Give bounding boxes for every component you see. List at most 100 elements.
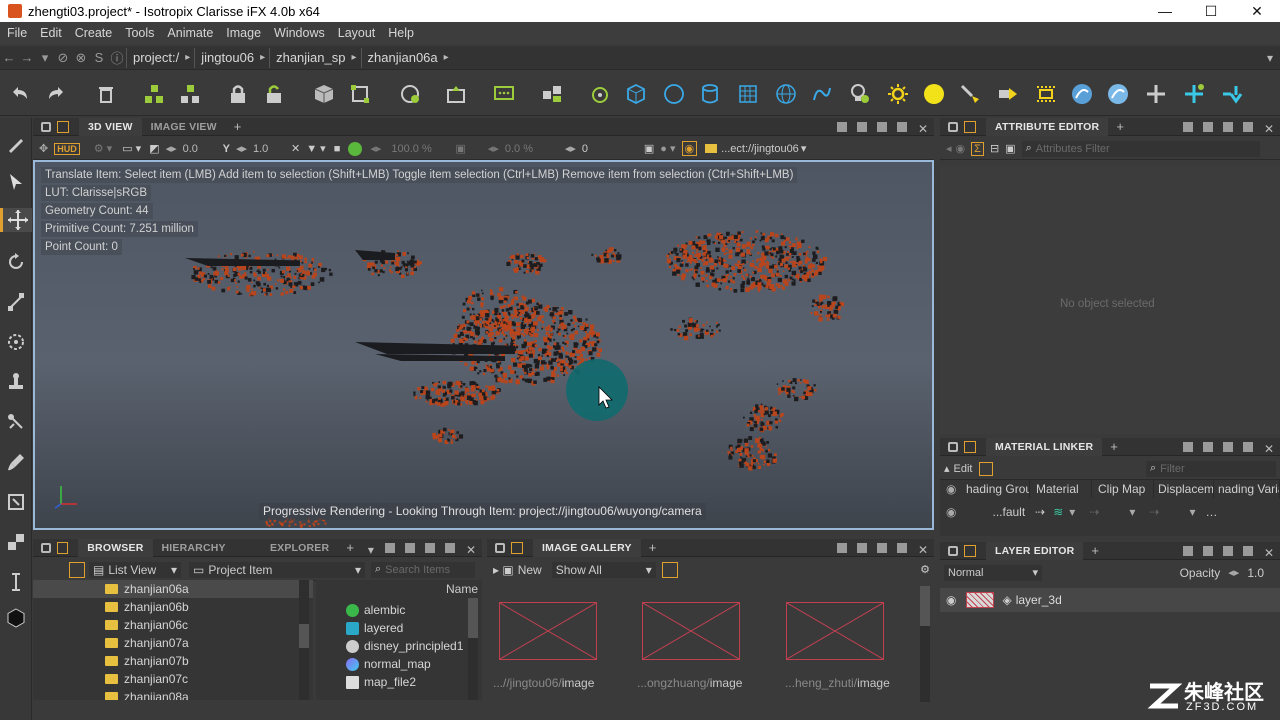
- gamma-icon[interactable]: Y: [223, 143, 230, 155]
- layout-cols-icon[interactable]: [1222, 441, 1233, 452]
- trash-icon[interactable]: [92, 80, 120, 108]
- grid-primitive-icon[interactable]: [734, 80, 762, 108]
- list-item[interactable]: normal_map: [346, 655, 431, 673]
- material-dropdown-icon[interactable]: ▾: [1069, 505, 1075, 519]
- group-icon[interactable]: [140, 80, 168, 108]
- brush-tool-icon[interactable]: [4, 450, 28, 474]
- breadcrumb-project[interactable]: project:/: [126, 47, 185, 68]
- list-item[interactable]: ◉ ◈ layer_3d: [940, 588, 1280, 612]
- list-item[interactable]: zhanjian06c: [33, 616, 313, 634]
- tree-scrollbar[interactable]: [299, 580, 309, 700]
- menu-layout[interactable]: Layout: [331, 26, 382, 40]
- panel-close-icon[interactable]: ✕: [1264, 442, 1274, 456]
- gallery-thumb[interactable]: [499, 602, 597, 660]
- box-icon[interactable]: [310, 80, 338, 108]
- 3d-viewport[interactable]: Translate Item: Select item (LMB) Add it…: [33, 160, 934, 530]
- area-light-icon[interactable]: [1032, 80, 1060, 108]
- sync-icon[interactable]: ⊘: [54, 50, 72, 66]
- import-icon[interactable]: [442, 80, 470, 108]
- layout-cols-icon[interactable]: [1222, 545, 1233, 556]
- linker-settings-icon[interactable]: [978, 461, 993, 476]
- measure-tool-icon[interactable]: [4, 570, 28, 594]
- stamp-tool-icon[interactable]: [4, 370, 28, 394]
- link-icon[interactable]: S: [90, 50, 108, 65]
- tab-3d-view[interactable]: 3D VIEW: [79, 117, 142, 136]
- layout-grid-icon[interactable]: [384, 542, 395, 553]
- info-icon[interactable]: ⓘ: [108, 48, 126, 67]
- search-items-field[interactable]: ⌕ Search Items: [371, 561, 475, 578]
- layout-rows-icon[interactable]: [856, 121, 867, 132]
- clip-map-link-icon[interactable]: ⇢: [1089, 505, 1099, 519]
- unlock-icon[interactable]: [260, 80, 288, 108]
- panel-settings-icon[interactable]: [964, 120, 976, 133]
- displacement-dropdown-icon[interactable]: ▾: [1189, 505, 1195, 519]
- tab-explorer[interactable]: EXPLORER: [261, 539, 338, 557]
- browser-settings-icon[interactable]: [69, 561, 85, 578]
- tab-attribute-editor[interactable]: ATTRIBUTE EDITOR: [986, 117, 1109, 136]
- panel-close-icon[interactable]: ✕: [1264, 546, 1274, 560]
- scale-tool-icon[interactable]: [4, 290, 28, 314]
- gallery-settings-icon[interactable]: [661, 561, 678, 578]
- attributes-filter-field[interactable]: ⌕ Attributes Filter: [1021, 140, 1260, 157]
- column-shading-variable[interactable]: nading Varia: [1214, 480, 1280, 498]
- environment-light-icon[interactable]: [1068, 80, 1096, 108]
- layout-grid-icon[interactable]: [836, 542, 847, 553]
- filter-icon[interactable]: ▼ ▾: [306, 142, 325, 155]
- layout-rows-icon[interactable]: [1202, 121, 1213, 132]
- forward-arrow-icon[interactable]: →: [18, 50, 36, 65]
- menu-file[interactable]: File: [0, 26, 33, 40]
- panel-settings-icon[interactable]: [964, 440, 976, 453]
- breadcrumb-zhanjian06a[interactable]: zhanjian06a: [360, 47, 444, 68]
- view-options-icon[interactable]: ✥: [39, 142, 48, 155]
- tools-icon[interactable]: ✕: [291, 142, 300, 155]
- breadcrumb-zhanjian-sp[interactable]: zhanjian_sp: [269, 47, 351, 68]
- paint-tool-icon[interactable]: [4, 132, 28, 156]
- camera-selector[interactable]: ...ect://jingtou06 ▾: [705, 142, 806, 155]
- list-item[interactable]: map_file2: [346, 673, 416, 691]
- frame-stepper-icon[interactable]: ◂▸: [565, 142, 576, 155]
- column-material[interactable]: Material: [1032, 480, 1092, 498]
- view-mode-select[interactable]: ▤ List View ▾: [89, 561, 181, 578]
- list-item[interactable]: zhanjian07b: [33, 652, 313, 670]
- add-tab-icon[interactable]: +: [1083, 543, 1107, 558]
- add-tab-icon[interactable]: +: [641, 540, 665, 555]
- blend-mode-select[interactable]: Normal ▾: [944, 564, 1042, 581]
- panel-close-icon[interactable]: ✕: [918, 543, 928, 557]
- sphere-light-icon[interactable]: [920, 80, 948, 108]
- panel-settings-icon[interactable]: [56, 541, 69, 554]
- tab-browser[interactable]: BROWSER: [78, 538, 153, 557]
- menu-edit[interactable]: Edit: [33, 26, 68, 40]
- comment-icon[interactable]: [490, 80, 518, 108]
- translate-tool-icon[interactable]: [0, 208, 32, 232]
- panel-menu-icon[interactable]: ▾: [368, 543, 374, 557]
- add-locator-icon[interactable]: [1180, 80, 1208, 108]
- material-ball-icon[interactable]: ● ▾: [660, 142, 675, 155]
- layout-max-icon[interactable]: [1242, 121, 1253, 132]
- layout-rows-icon[interactable]: [856, 542, 867, 553]
- column-shading-group[interactable]: hading Grou: [962, 480, 1030, 498]
- link-material-icon[interactable]: ⇢: [1035, 505, 1045, 519]
- gallery-thumb[interactable]: [642, 602, 740, 660]
- panel-settings-icon[interactable]: [964, 544, 976, 557]
- delete-path-icon[interactable]: ⊗: [72, 50, 90, 66]
- menu-tools[interactable]: Tools: [118, 26, 160, 40]
- spot-light-icon[interactable]: [956, 80, 984, 108]
- back-icon[interactable]: ◂: [946, 142, 952, 155]
- visibility-column-icon[interactable]: ◉: [946, 482, 956, 496]
- panel-close-icon[interactable]: ✕: [466, 543, 476, 557]
- tab-hierarchy-view[interactable]: HIERARCHY VIEW: [153, 539, 261, 572]
- physical-sky-icon[interactable]: [1104, 80, 1132, 108]
- panel-lock-icon[interactable]: [948, 441, 958, 452]
- menu-create[interactable]: Create: [68, 26, 119, 40]
- exposure-field[interactable]: 0.0 %: [505, 143, 555, 155]
- value2-stepper-icon[interactable]: ◂▸: [236, 142, 247, 155]
- layout-max-icon[interactable]: [1242, 441, 1253, 452]
- layout-icon[interactable]: ▣: [1005, 142, 1015, 155]
- displacement-link-icon[interactable]: ⇢: [1149, 505, 1159, 519]
- layout-rows-icon[interactable]: [404, 542, 415, 553]
- tool-options-icon[interactable]: [4, 606, 28, 630]
- cylinder-primitive-icon[interactable]: [696, 80, 724, 108]
- row-visibility-icon[interactable]: ◉: [946, 505, 956, 519]
- scatter-paint-icon[interactable]: [4, 530, 28, 554]
- breadcrumb-jingtou06[interactable]: jingtou06: [194, 47, 260, 68]
